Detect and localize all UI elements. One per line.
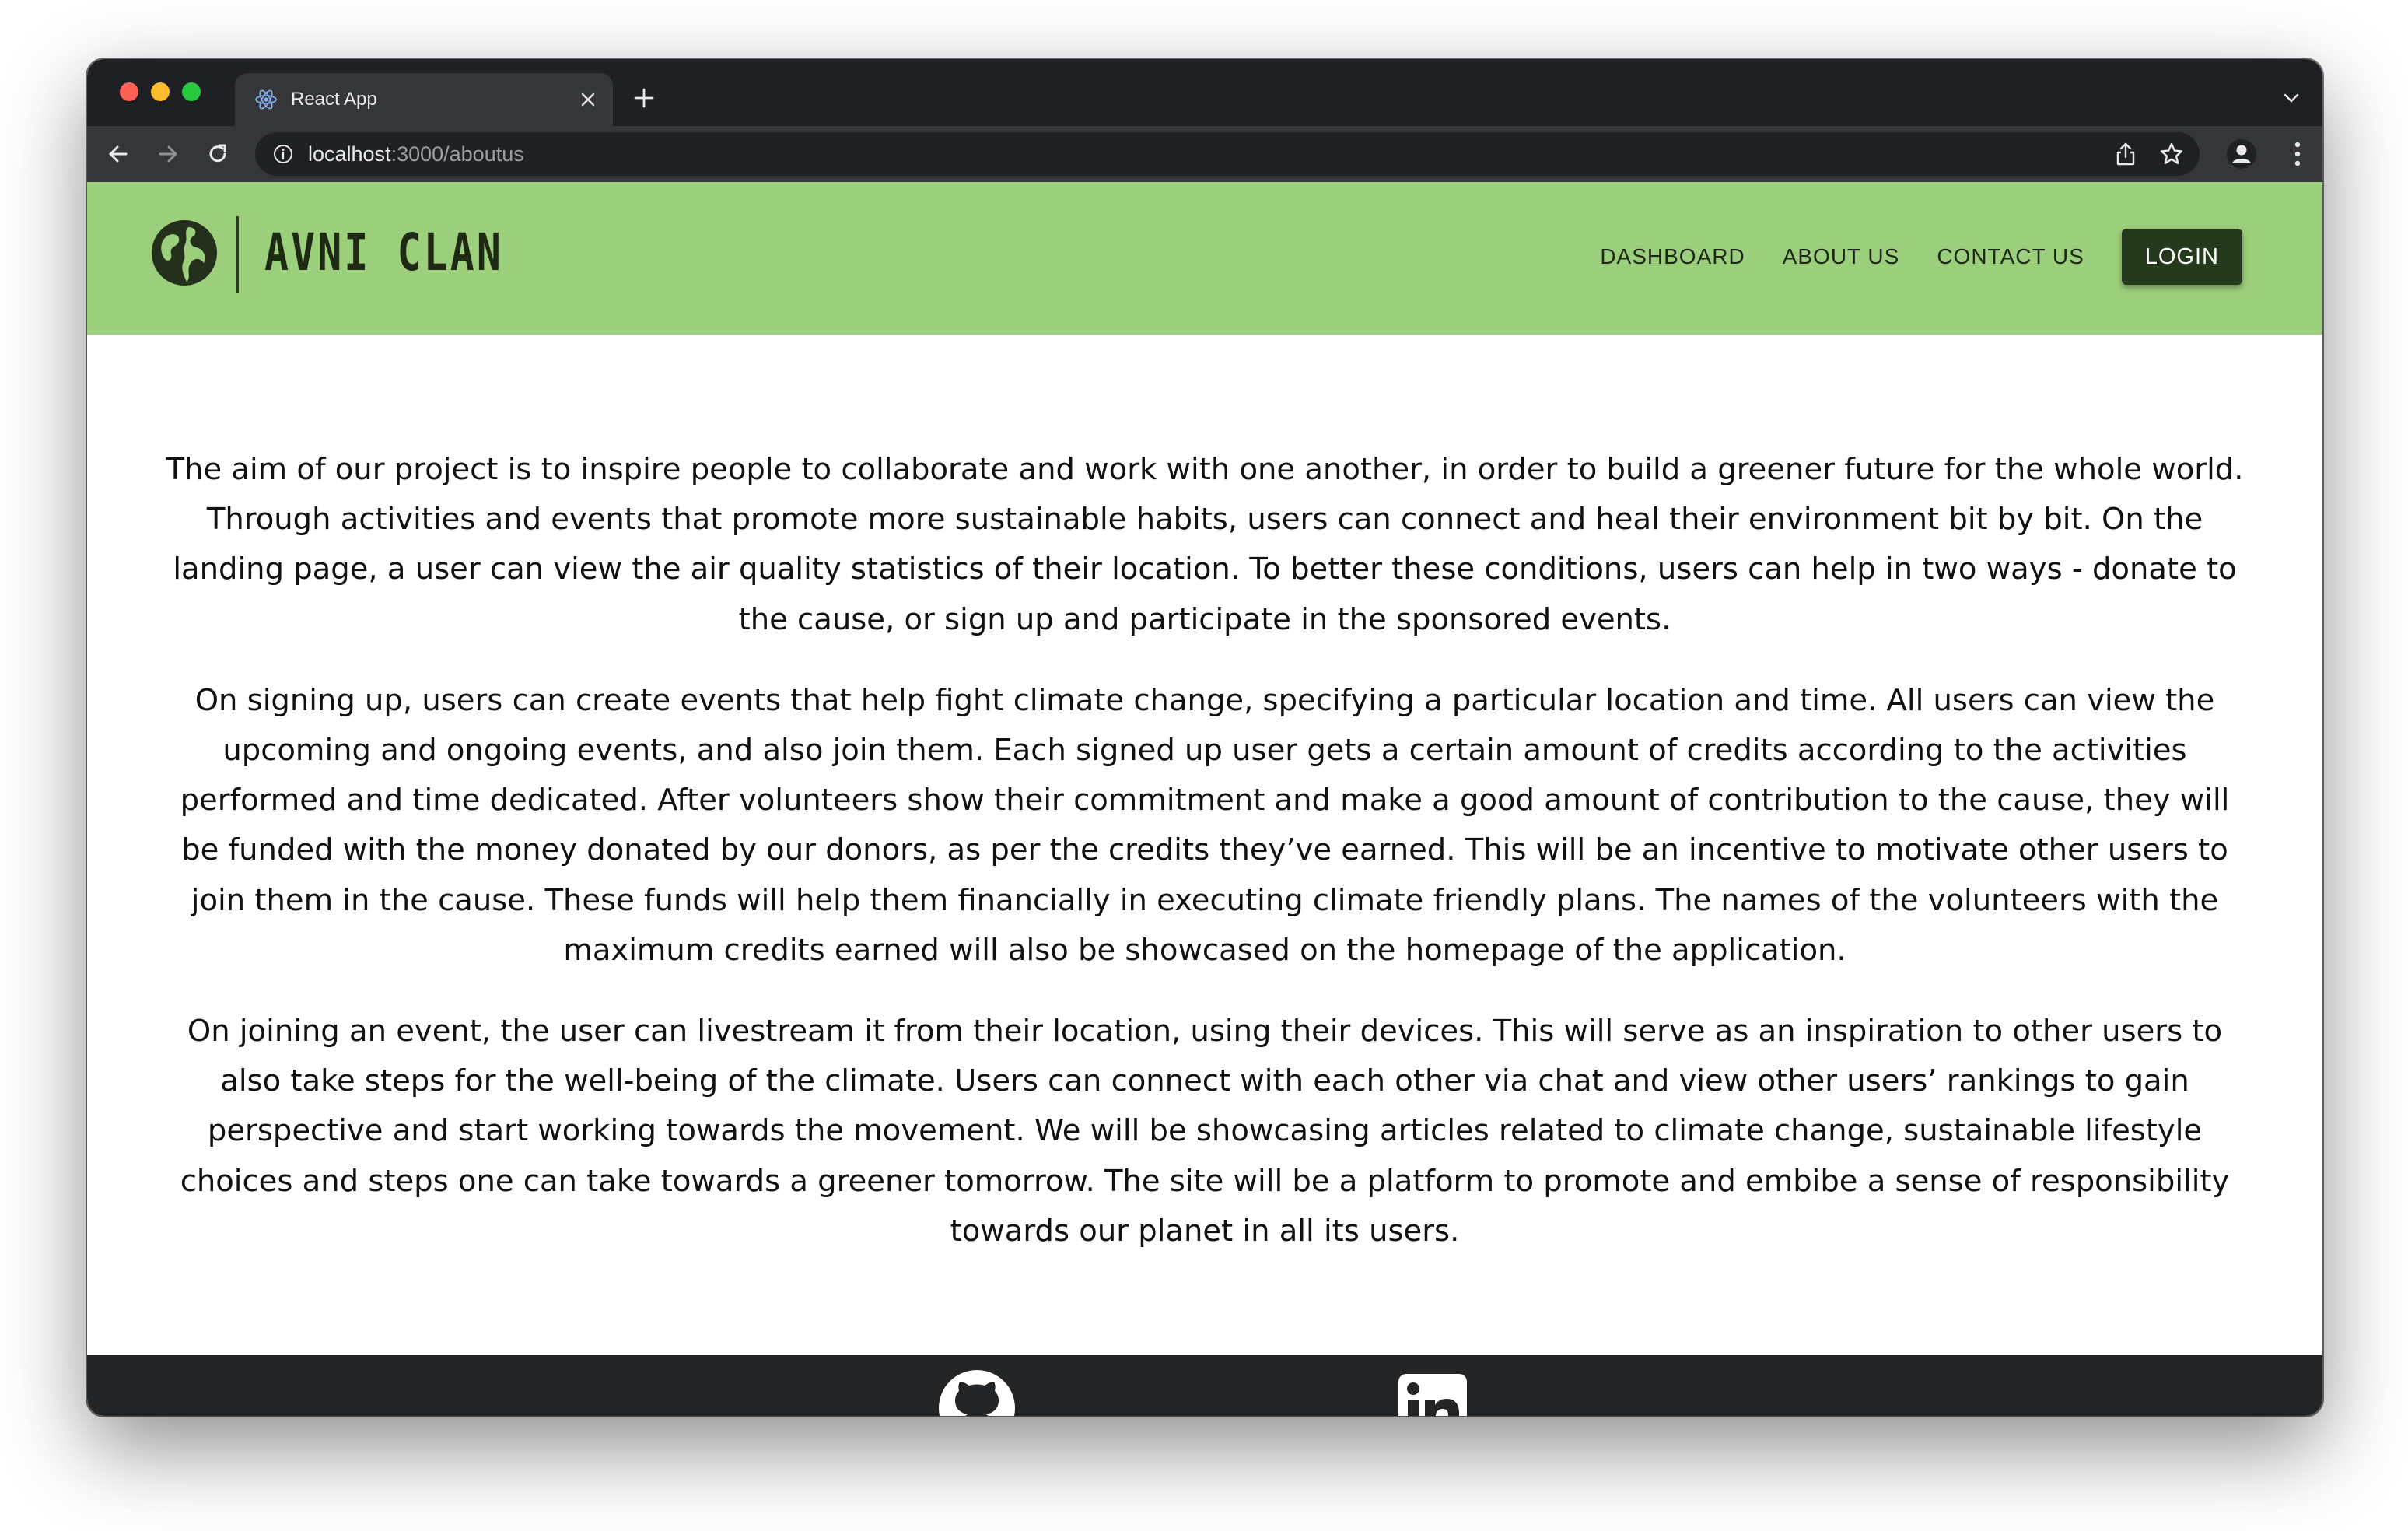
logo-divider — [236, 216, 239, 293]
more-menu-icon[interactable] — [2293, 140, 2302, 168]
react-icon — [255, 89, 277, 110]
tab-bar: React App — [87, 59, 2322, 126]
main-nav: DASHBOARD ABOUT US CONTACT US LOGIN — [1600, 229, 2242, 285]
chevron-down-icon[interactable] — [2282, 92, 2301, 104]
site-header: AVNI CLAN DASHBOARD ABOUT US CONTACT US … — [87, 182, 2322, 335]
brand-name[interactable]: AVNI CLAN — [264, 222, 503, 282]
close-tab-icon[interactable] — [579, 90, 597, 109]
about-paragraph: On joining an event, the user can livest… — [180, 1014, 2230, 1249]
address-bar[interactable]: localhost:3000/aboutus — [255, 132, 2200, 176]
github-icon[interactable] — [938, 1369, 1016, 1416]
maximize-window-button[interactable] — [182, 82, 201, 101]
info-icon[interactable] — [272, 143, 294, 165]
close-window-button[interactable] — [120, 82, 138, 101]
browser-toolbar: localhost:3000/aboutus — [87, 126, 2322, 182]
profile-icon[interactable] — [2226, 138, 2257, 170]
nav-contact-us[interactable]: CONTACT US — [1937, 244, 2084, 269]
about-paragraph: The aim of our project is to inspire peo… — [166, 452, 2244, 637]
globe-icon[interactable] — [149, 218, 219, 288]
bookmark-star-icon[interactable] — [2159, 142, 2184, 166]
url-path: :3000/aboutus — [390, 142, 524, 166]
browser-window: React App localhost:3000/aboutus AVNI CL… — [87, 59, 2322, 1416]
minimize-window-button[interactable] — [151, 82, 170, 101]
new-tab-icon[interactable] — [632, 86, 656, 110]
linkedin-icon[interactable] — [1397, 1372, 1468, 1416]
page-viewport: AVNI CLAN DASHBOARD ABOUT US CONTACT US … — [87, 182, 2322, 1416]
forward-arrow-icon[interactable] — [154, 140, 182, 168]
url-host: localhost — [308, 142, 391, 166]
nav-dashboard[interactable]: DASHBOARD — [1600, 244, 1745, 269]
back-arrow-icon[interactable] — [104, 140, 132, 168]
about-content: The aim of our project is to inspire peo… — [162, 445, 2248, 1288]
login-button[interactable]: LOGIN — [2121, 229, 2242, 285]
about-paragraph: On signing up, users can create events t… — [180, 682, 2230, 968]
site-footer — [87, 1355, 2322, 1416]
browser-tab[interactable]: React App — [235, 73, 613, 126]
nav-about-us[interactable]: ABOUT US — [1783, 244, 1900, 269]
url-text: localhost:3000/aboutus — [308, 142, 524, 166]
reload-icon[interactable] — [204, 140, 232, 168]
tab-title: React App — [291, 89, 377, 110]
share-icon[interactable] — [2114, 142, 2137, 166]
